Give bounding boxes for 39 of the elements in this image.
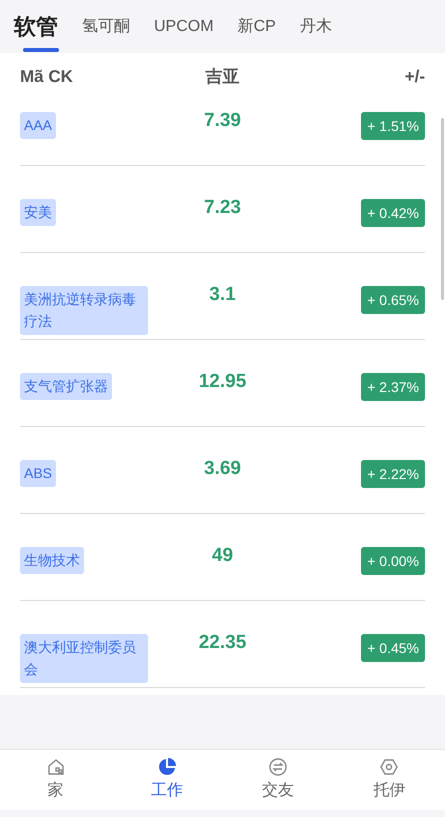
house-icon xyxy=(46,757,66,777)
tab-indicator xyxy=(23,48,59,52)
price: 49 xyxy=(212,545,234,567)
column-header: +/- xyxy=(404,66,425,88)
change-badge: + 2.22% xyxy=(361,460,425,488)
nav-item[interactable]: 托伊 xyxy=(334,750,445,810)
exchange-icon xyxy=(268,757,288,777)
tab[interactable]: 软管 xyxy=(14,0,58,53)
column-header: 吉亚 xyxy=(206,66,240,88)
change-badge: + 1.51% xyxy=(361,112,425,140)
stock-code-tag[interactable]: 安美 xyxy=(20,199,56,226)
stock-code-tag[interactable]: 支气管扩张器 xyxy=(20,373,112,400)
change-badge: + 0.42% xyxy=(361,199,425,227)
column-header: Mã CK xyxy=(20,66,73,88)
stock-code-tag[interactable]: 美洲抗逆转录病毒疗法 xyxy=(20,286,148,335)
stock-code-tag[interactable]: 生物技术 xyxy=(20,547,84,574)
change-badge: + 0.00% xyxy=(361,547,425,575)
price: 12.95 xyxy=(198,371,246,393)
price: 7.23 xyxy=(204,197,241,219)
stock-code-tag[interactable]: 澳大利亚控制委员会 xyxy=(20,634,148,683)
price: 22.35 xyxy=(198,632,246,654)
tab[interactable]: 新CP xyxy=(238,0,276,53)
nav-item[interactable]: 工作 xyxy=(111,750,222,810)
stock-code-tag[interactable]: AAA xyxy=(20,112,56,139)
tab[interactable]: 丹木 xyxy=(300,0,332,53)
price: 3.1 xyxy=(209,284,236,306)
stock-code-tag[interactable]: ABS xyxy=(20,460,56,487)
change-badge: + 0.65% xyxy=(361,286,425,314)
price: 3.69 xyxy=(204,458,241,480)
tab[interactable]: UPCOM xyxy=(154,0,214,53)
pie-chart-icon xyxy=(156,757,177,777)
change-badge: + 2.37% xyxy=(361,373,425,401)
nav-item[interactable]: 交友 xyxy=(222,750,334,810)
nav-item[interactable]: 家 xyxy=(0,750,112,810)
scrollbar[interactable] xyxy=(441,118,444,300)
price: 7.39 xyxy=(204,110,241,132)
hexagon-icon xyxy=(379,757,400,777)
tab[interactable]: 氢可酮 xyxy=(82,0,130,53)
change-badge: + 0.45% xyxy=(361,634,425,662)
